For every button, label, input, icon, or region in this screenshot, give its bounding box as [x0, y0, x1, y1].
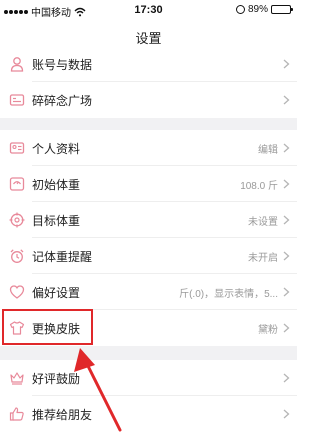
row-label: 账号与数据	[32, 57, 93, 72]
chevron-right-icon	[283, 59, 290, 69]
chevron-right-icon	[283, 143, 290, 153]
page-title: 设置	[135, 31, 162, 46]
crown-icon	[10, 372, 24, 385]
row-label: 好评鼓励	[32, 371, 81, 386]
row-value: 编辑	[258, 144, 278, 156]
target-icon	[9, 212, 25, 228]
settings-row-rate-app[interactable]: 好评鼓励	[0, 360, 297, 396]
section-separator	[0, 346, 297, 360]
alarm-clock-icon	[10, 249, 24, 263]
chevron-right-icon	[283, 251, 290, 261]
id-card-icon	[9, 94, 25, 106]
chevron-right-icon	[283, 215, 290, 225]
chevron-right-icon	[283, 287, 290, 297]
settings-row-preferences[interactable]: 偏好设置 斤(.0)，显示表情，5...	[0, 274, 297, 310]
heart-icon	[9, 285, 25, 299]
rotation-lock-icon	[235, 5, 245, 14]
chevron-right-icon	[283, 373, 290, 383]
battery-percent: 89%	[247, 4, 268, 15]
row-label: 目标体重	[32, 213, 81, 228]
row-value: 未开启	[248, 252, 278, 264]
chevron-right-icon	[283, 409, 290, 419]
settings-row-recommend[interactable]: 推荐给朋友	[0, 396, 297, 432]
row-value: 108.0 斤	[240, 180, 278, 192]
status-bar: 中国移动 17:30 89%	[0, 0, 297, 20]
profile-card-icon	[9, 142, 25, 154]
row-label: 推荐给朋友	[32, 407, 93, 422]
row-label: 初始体重	[32, 177, 81, 192]
row-label: 碎碎念广场	[32, 93, 93, 108]
row-label: 偏好设置	[32, 285, 81, 300]
scale-icon	[9, 177, 25, 191]
row-label: 记体重提醒	[32, 249, 93, 264]
chevron-right-icon	[283, 323, 290, 333]
row-value: 未设置	[248, 216, 278, 228]
chevron-right-icon	[283, 179, 290, 189]
row-label: 个人资料	[32, 141, 81, 156]
settings-row-account[interactable]: 账号与数据	[0, 46, 297, 82]
thumbs-up-icon	[9, 407, 24, 421]
row-value: 斤(.0)，显示表情，5...	[179, 288, 278, 300]
settings-row-initial-weight[interactable]: 初始体重 108.0 斤	[0, 166, 297, 202]
settings-row-square[interactable]: 碎碎念广场	[0, 82, 297, 118]
battery-icon	[271, 5, 293, 14]
highlight-box	[2, 309, 93, 345]
settings-row-weight-reminder[interactable]: 记体重提醒 未开启	[0, 238, 297, 274]
chevron-right-icon	[283, 95, 290, 105]
status-right: 89%	[235, 4, 293, 15]
section-separator	[0, 118, 297, 130]
user-icon	[10, 57, 24, 72]
row-value: 黛粉	[258, 324, 278, 336]
settings-row-target-weight[interactable]: 目标体重 未设置	[0, 202, 297, 238]
settings-row-profile[interactable]: 个人资料 编辑	[0, 130, 297, 166]
